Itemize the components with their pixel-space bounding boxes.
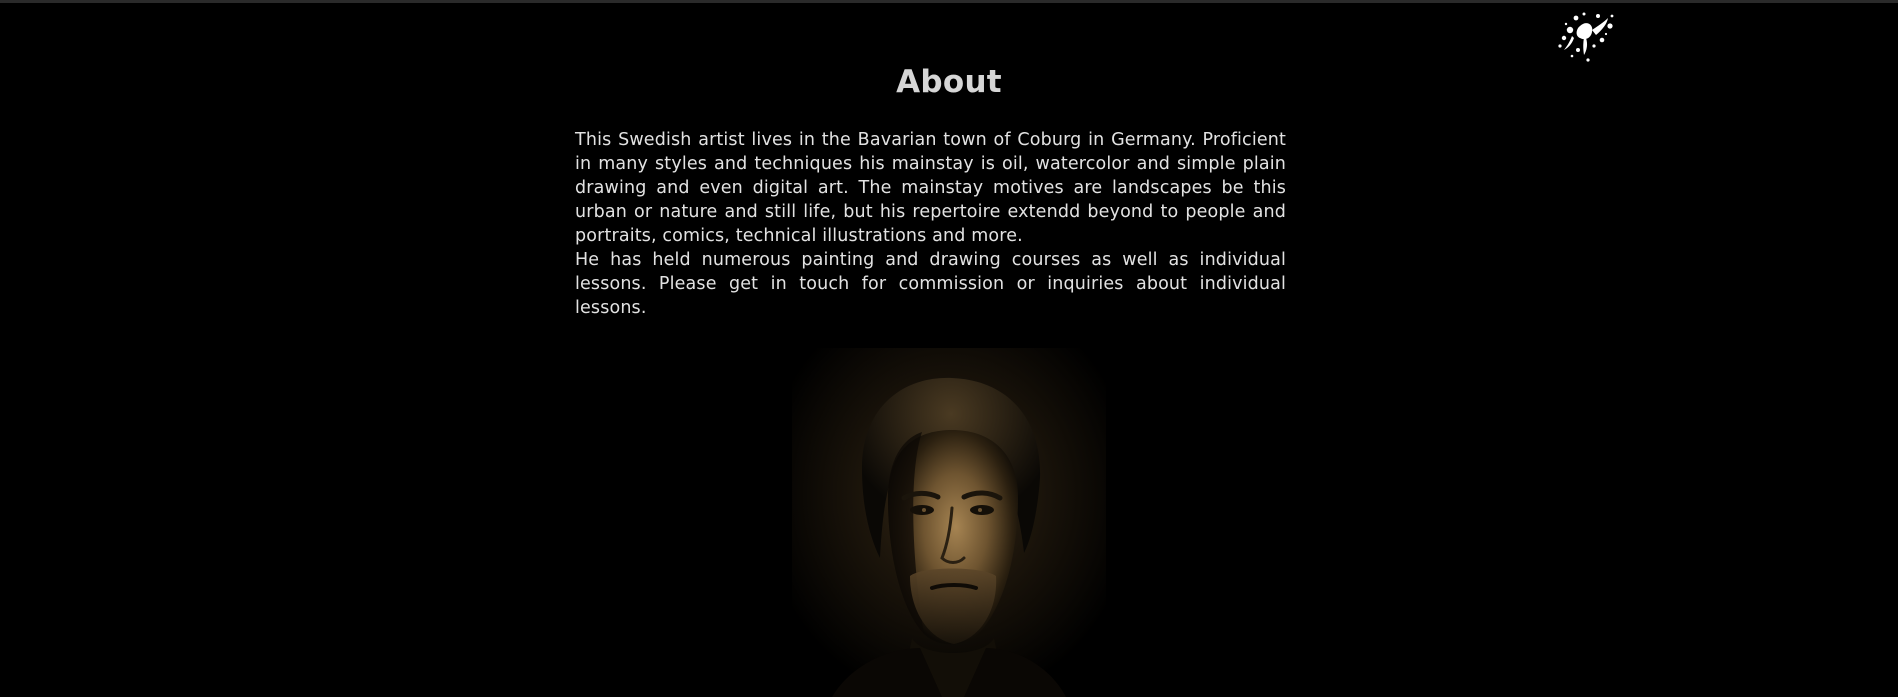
about-paragraph: This Swedish artist lives in the Bavaria… — [575, 130, 1286, 246]
about-text: This Swedish artist lives in the Bavaria… — [575, 128, 1286, 320]
top-border — [0, 0, 1898, 3]
paint-splatter-icon — [1558, 12, 1614, 62]
about-paragraph: He has held numerous painting and drawin… — [575, 250, 1286, 318]
home-logo-link[interactable] — [1550, 8, 1618, 64]
portrait-image — [792, 348, 1106, 697]
artist-portrait — [792, 348, 1106, 697]
page-title: About — [896, 64, 1002, 100]
